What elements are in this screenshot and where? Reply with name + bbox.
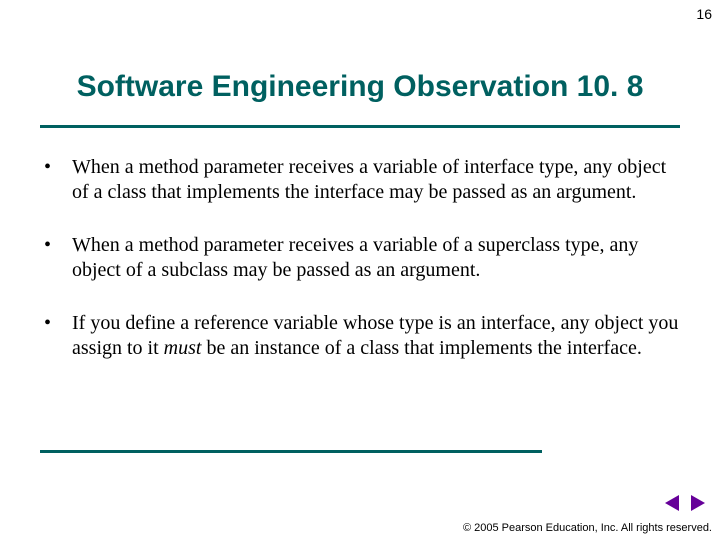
bullet-text: When a method parameter receives a varia… — [72, 233, 680, 283]
bullet-text-span: When a method parameter receives a varia… — [72, 234, 638, 281]
bullet-text-suffix: be an instance of a class that implement… — [201, 337, 641, 359]
triangle-right-icon — [688, 494, 706, 512]
bullet-item: • If you define a reference variable who… — [40, 311, 680, 361]
title-block: Software Engineering Observation 10. 8 — [0, 70, 720, 104]
bullet-marker: • — [40, 311, 72, 336]
bullet-item: • When a method parameter receives a var… — [40, 155, 680, 205]
bullet-marker: • — [40, 155, 72, 180]
next-button[interactable] — [688, 494, 706, 512]
prev-button[interactable] — [664, 494, 682, 512]
bullet-marker: • — [40, 233, 72, 258]
bullet-text: When a method parameter receives a varia… — [72, 155, 680, 205]
bullet-text: If you define a reference variable whose… — [72, 311, 680, 361]
footer-rule — [40, 450, 542, 453]
content-area: • When a method parameter receives a var… — [40, 155, 680, 389]
bullet-text-italic: must — [164, 337, 202, 359]
slide-title: Software Engineering Observation 10. 8 — [0, 70, 720, 104]
triangle-left-icon — [664, 494, 682, 512]
bullet-item: • When a method parameter receives a var… — [40, 233, 680, 283]
bullet-text-span: When a method parameter receives a varia… — [72, 156, 666, 203]
title-underline — [40, 125, 680, 128]
copyright-text: © 2005 Pearson Education, Inc. All right… — [463, 522, 712, 534]
nav-buttons — [664, 494, 706, 512]
page-number: 16 — [696, 6, 712, 22]
